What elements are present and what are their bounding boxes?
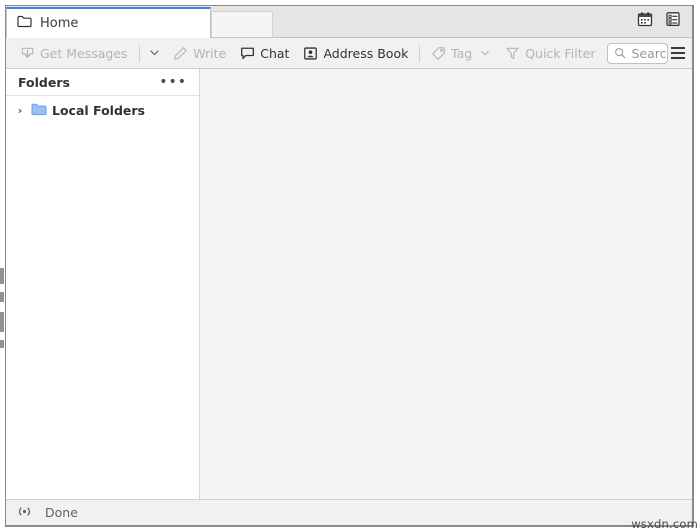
quick-filter-label: Quick Filter <box>525 45 596 61</box>
desktop-edge-artifact <box>0 292 4 302</box>
folder-pane-title: Folders <box>18 74 70 90</box>
folder-icon <box>31 103 47 119</box>
tab-label: Home <box>40 16 79 31</box>
tab-home[interactable]: Home <box>6 7 211 38</box>
chevron-down-icon <box>479 47 491 59</box>
activity-broadcast-icon <box>16 503 33 522</box>
desktop-edge-artifact <box>0 312 4 332</box>
get-messages-dropdown-button[interactable] <box>144 41 165 66</box>
funnel-icon <box>505 46 520 61</box>
hamburger-menu-icon <box>671 57 686 59</box>
toolbar-separator <box>419 44 421 62</box>
calendar-button[interactable] <box>634 10 656 32</box>
toolbar-separator <box>138 44 140 62</box>
tag-icon <box>431 46 446 61</box>
app-menu-button[interactable] <box>670 42 686 64</box>
hamburger-menu-icon <box>671 47 686 49</box>
desktop-background: Home Get Messages Write Chat Address Boo… <box>0 0 700 532</box>
folder-pane-more-button[interactable]: ••• <box>157 74 189 90</box>
pencil-icon <box>173 46 188 61</box>
main-toolbar: Get Messages Write Chat Address Book Tag… <box>6 38 692 69</box>
status-message: Done <box>45 505 78 520</box>
hamburger-menu-icon <box>671 52 686 54</box>
folder-pane: Folders ••• › Local Folders <box>6 69 200 499</box>
get-messages-button[interactable]: Get Messages <box>14 43 134 64</box>
main-body: Folders ••• › Local Folders <box>6 69 692 499</box>
download-inbox-icon <box>20 46 35 61</box>
message-content-pane <box>200 69 692 499</box>
tab-bar-filler <box>273 7 626 37</box>
address-book-button[interactable]: Address Book <box>297 43 414 64</box>
speech-bubble-icon <box>240 46 255 61</box>
folder-pane-header: Folders ••• <box>6 69 199 96</box>
chat-button[interactable]: Chat <box>234 43 295 64</box>
tasks-icon <box>665 11 681 31</box>
chevron-right-icon[interactable]: › <box>14 104 26 117</box>
tag-button[interactable]: Tag <box>425 43 497 64</box>
tab-bar: Home <box>6 6 692 38</box>
tasks-button[interactable] <box>662 10 684 32</box>
write-button[interactable]: Write <box>167 43 232 64</box>
tag-label: Tag <box>451 45 473 61</box>
tab-bar-actions <box>626 7 692 37</box>
contact-card-icon <box>303 46 318 61</box>
quick-filter-button[interactable]: Quick Filter <box>499 43 601 64</box>
chevron-down-icon <box>148 44 161 63</box>
folder-tree-item-local-folders[interactable]: › Local Folders <box>6 100 199 121</box>
desktop-edge-artifact <box>0 340 4 348</box>
write-label: Write <box>193 45 227 61</box>
folder-icon <box>17 15 32 32</box>
chat-label: Chat <box>260 45 290 61</box>
desktop-edge-artifact <box>0 268 4 284</box>
get-messages-label: Get Messages <box>40 45 128 61</box>
search-placeholder: Search <Ctrl+K> <box>631 45 667 61</box>
status-bar: Done <box>6 499 692 525</box>
watermark-text: wsxdn.com <box>631 517 698 531</box>
calendar-icon <box>637 11 653 31</box>
folder-tree: › Local Folders <box>6 96 199 499</box>
address-book-label: Address Book <box>323 45 409 61</box>
application-window: Home Get Messages Write Chat Address Boo… <box>5 5 694 527</box>
tab-new-placeholder[interactable] <box>211 11 273 37</box>
search-input[interactable]: Search <Ctrl+K> <box>607 42 669 64</box>
search-icon <box>614 44 626 63</box>
folder-tree-item-label: Local Folders <box>52 103 145 118</box>
